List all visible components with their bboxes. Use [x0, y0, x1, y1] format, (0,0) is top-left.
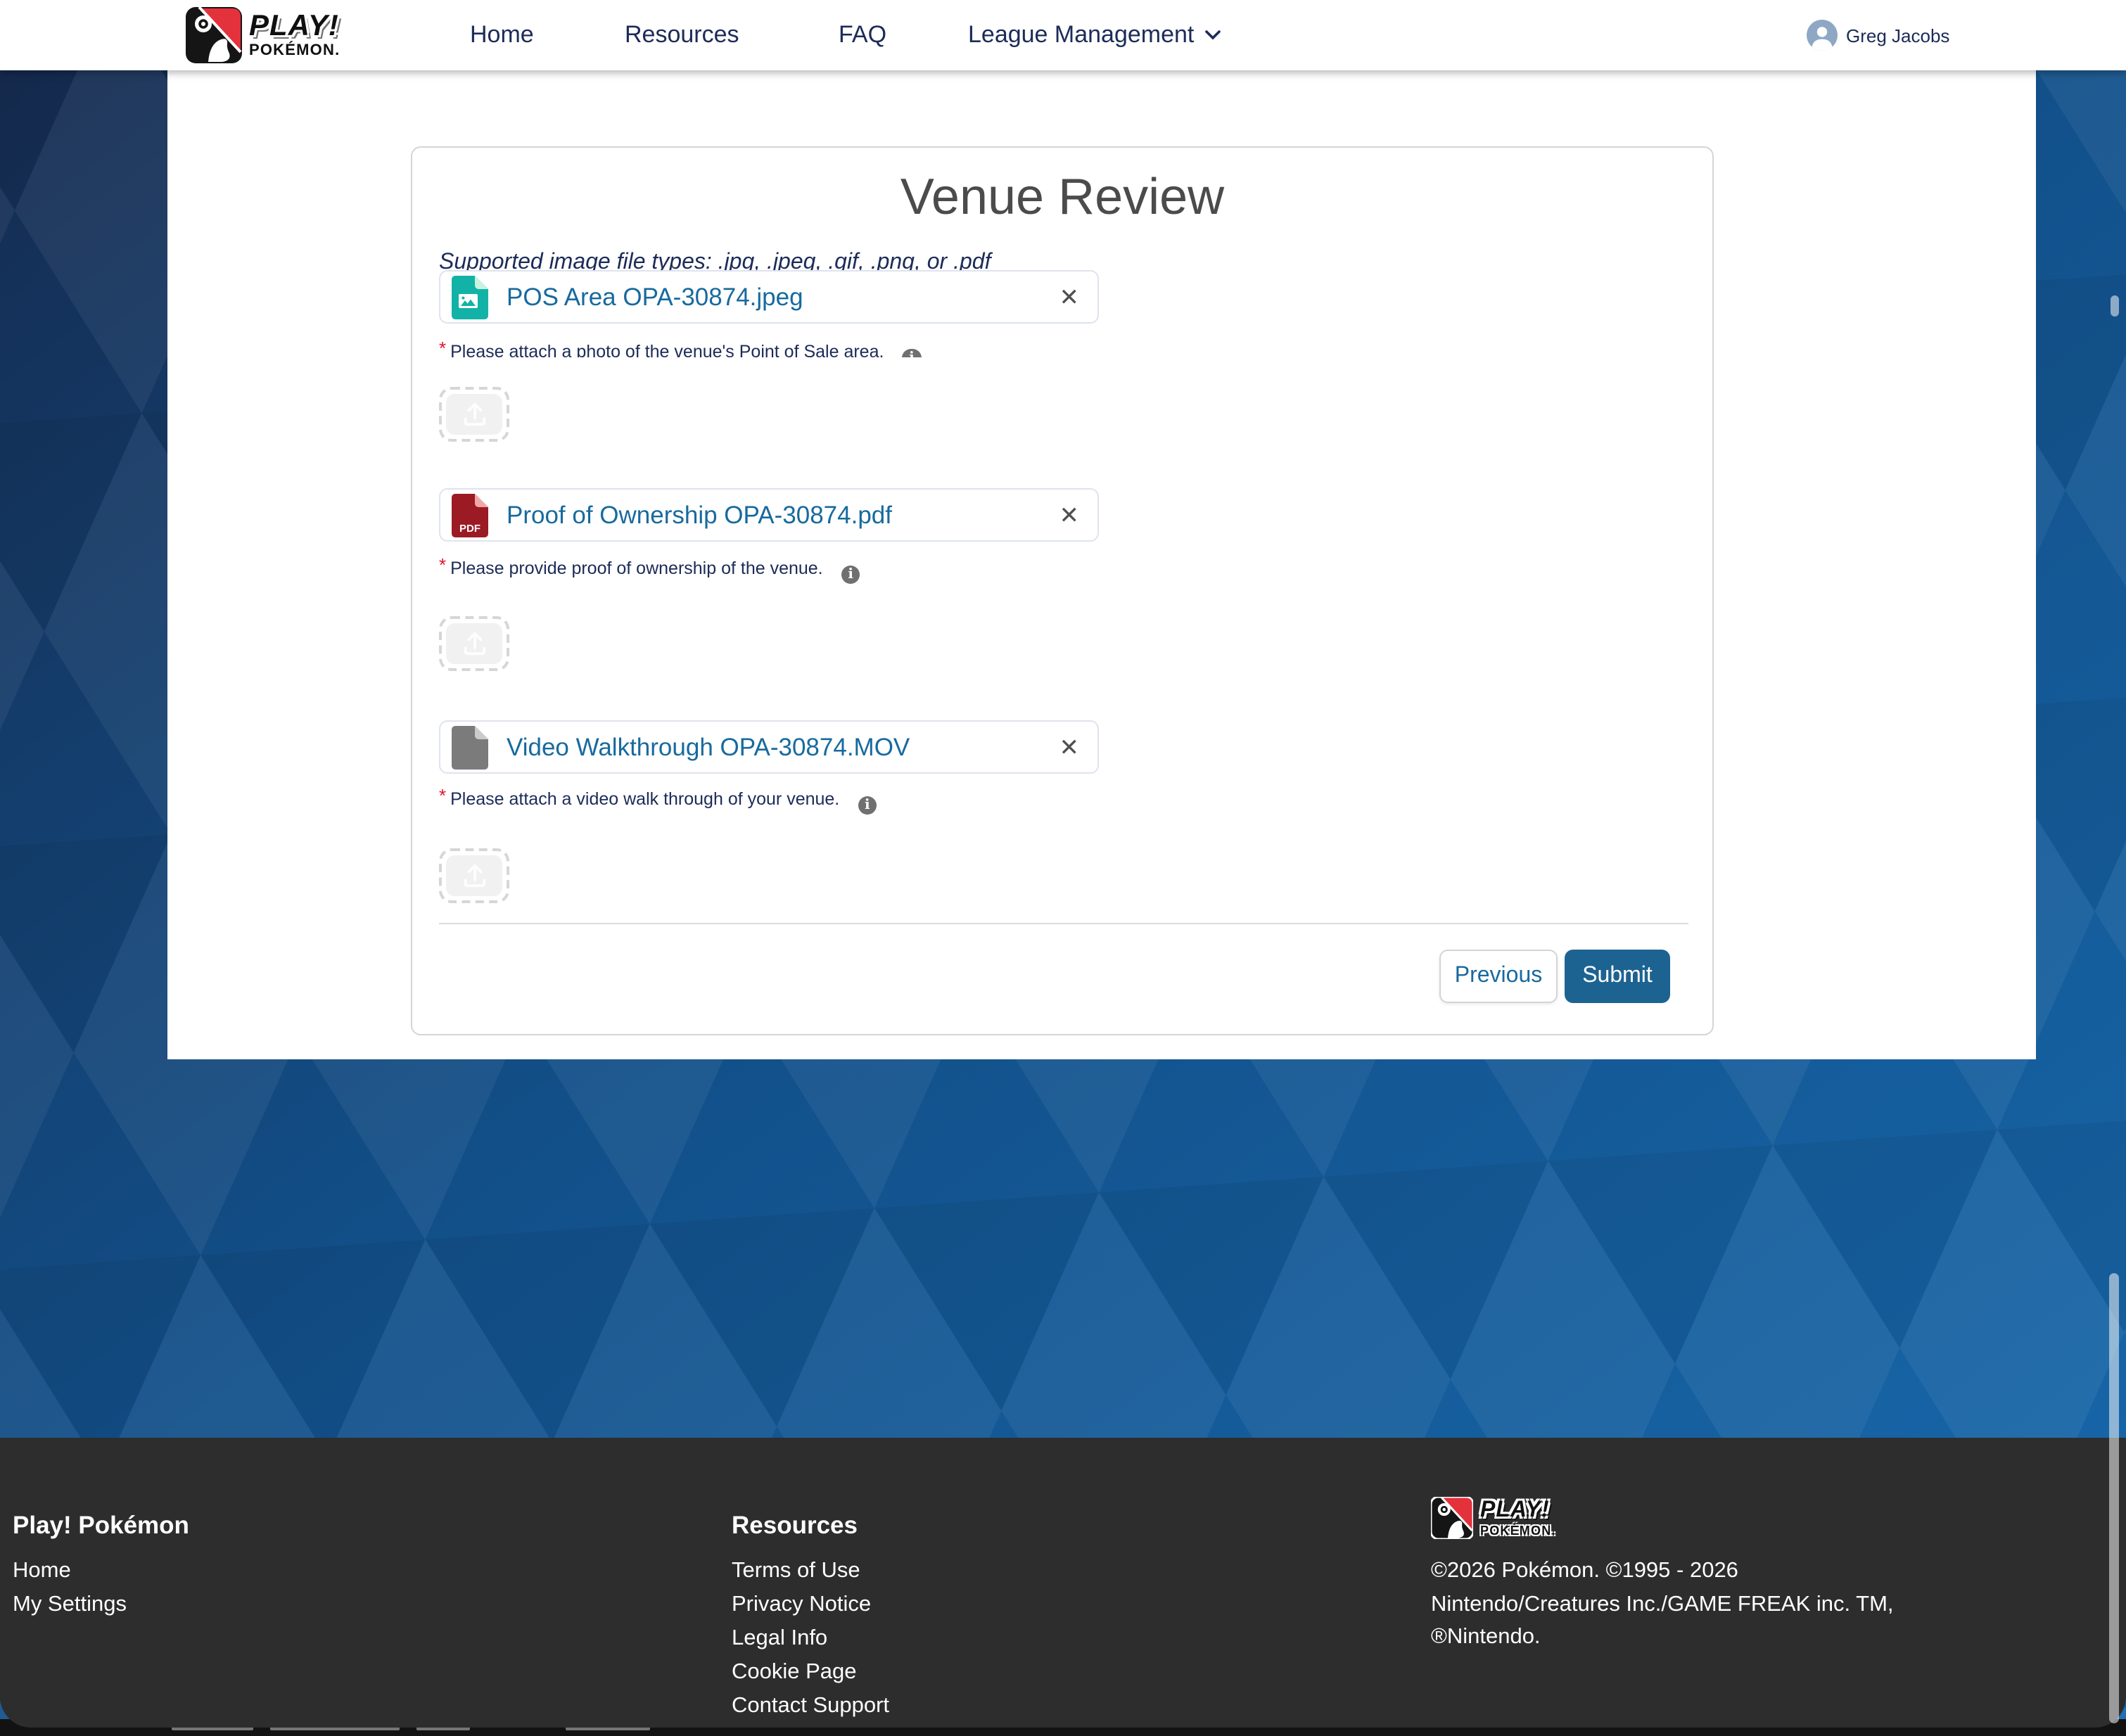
footer-heading-resources: Resources — [732, 1511, 858, 1540]
upload-icon — [461, 630, 488, 657]
remove-attachment-button[interactable]: ✕ — [1059, 735, 1080, 759]
requirement-text: Please attach a photo of the venue's Poi… — [450, 342, 884, 357]
upload-dropzone-proof-of-ownership[interactable] — [439, 616, 509, 671]
remove-attachment-button[interactable]: ✕ — [1059, 285, 1080, 309]
venue-review-card: Venue Review Supported image file types:… — [411, 146, 1714, 1035]
footer: Play! Pokémon Home My Settings Resources… — [0, 1438, 2126, 1728]
requirement-label-video-walkthrough: *Please attach a video walk through of y… — [439, 788, 877, 815]
footer-link-privacy-notice[interactable]: Privacy Notice — [732, 1593, 871, 1618]
brand-pokemon-text: POKÉMON. — [249, 44, 340, 59]
file-types-note: Supported image file types: .jpg, .jpeg,… — [439, 250, 1508, 271]
submit-button[interactable]: Submit — [1565, 950, 1670, 1003]
scrollbar-thumb[interactable] — [2109, 1273, 2119, 1723]
requirement-text: Please attach a video walk through of yo… — [450, 789, 839, 809]
footer-link-legal-info[interactable]: Legal Info — [732, 1626, 827, 1652]
pdf-badge: PDF — [459, 522, 480, 534]
footer-link-contact-support[interactable]: Contact Support — [732, 1694, 889, 1719]
upload-icon — [461, 401, 488, 428]
upload-dropzone-pos-area[interactable] — [439, 387, 509, 442]
info-icon[interactable]: i — [858, 796, 877, 815]
requirement-label-pos-area: * Please attach a photo of the venue's Po… — [439, 340, 921, 357]
info-icon[interactable]: i — [902, 348, 921, 357]
footer-link-terms-of-use[interactable]: Terms of Use — [732, 1559, 860, 1584]
play-pokemon-logo[interactable]: PLAY! POKÉMON. — [186, 7, 340, 63]
user-menu[interactable]: Greg Jacobs — [1807, 0, 1949, 70]
footer-link-my-settings[interactable]: My Settings — [13, 1593, 127, 1618]
play-pokemon-logo-icon — [1431, 1497, 1473, 1539]
user-name: Greg Jacobs — [1846, 25, 1949, 46]
footer-play-pokemon-logo: PLAY! POKÉMON. — [1431, 1497, 1556, 1539]
attachment-link-video-walkthrough[interactable]: Video Walkthrough OPA-30874.MOV — [507, 732, 910, 762]
attachment-row-pos-area: POS Area OPA-30874.jpeg ✕ — [439, 270, 1099, 324]
nav-league-management-label: League Management — [968, 0, 1194, 70]
attachment-link-proof-of-ownership[interactable]: Proof of Ownership OPA-30874.pdf — [507, 500, 892, 530]
copyright-line: Nintendo/Creatures Inc./GAME FREAK inc. … — [1431, 1588, 1894, 1621]
requirement-label-proof-of-ownership: *Please provide proof of ownership of th… — [439, 557, 860, 584]
required-marker: * — [439, 554, 446, 575]
requirement-text: Please provide proof of ownership of the… — [450, 559, 823, 578]
play-pokemon-logo-icon — [186, 7, 242, 63]
attachment-link-pos-area[interactable]: POS Area OPA-30874.jpeg — [507, 282, 803, 312]
attachment-row-video-walkthrough: Video Walkthrough OPA-30874.MOV ✕ — [439, 720, 1099, 774]
chevron-down-icon — [1204, 30, 1221, 41]
nav-home[interactable]: Home — [470, 0, 534, 70]
remove-attachment-button[interactable]: ✕ — [1059, 503, 1080, 527]
brand-play-text: PLAY! — [249, 11, 340, 41]
upload-dropzone-video-walkthrough[interactable] — [439, 848, 509, 903]
info-icon[interactable]: i — [841, 565, 860, 584]
attachment-row-proof-of-ownership: PDF Proof of Ownership OPA-30874.pdf ✕ — [439, 488, 1099, 542]
image-file-icon — [452, 275, 488, 319]
brand-pokemon-text: POKÉMON. — [1480, 1524, 1556, 1537]
generic-file-icon — [452, 725, 488, 769]
top-navbar: PLAY! POKÉMON. Home Resources FAQ League… — [0, 0, 2126, 70]
content-panel: Venue Review Supported image file types:… — [167, 70, 2036, 1059]
nav-faq[interactable]: FAQ — [839, 0, 886, 70]
footer-link-home[interactable]: Home — [13, 1559, 71, 1584]
footer-heading-play-pokemon: Play! Pokémon — [13, 1511, 189, 1540]
copyright-line: ®Nintendo. — [1431, 1621, 1894, 1654]
previous-button[interactable]: Previous — [1439, 950, 1558, 1003]
form-divider — [439, 923, 1688, 924]
page-title: Venue Review — [412, 167, 1712, 226]
required-marker: * — [439, 340, 446, 357]
page: PLAY! POKÉMON. Home Resources FAQ League… — [0, 0, 2126, 1736]
scrollbar-thumb-secondary[interactable] — [2111, 295, 2119, 317]
nav-league-management-dropdown[interactable]: League Management — [968, 0, 1221, 70]
brand-play-text: PLAY! — [1480, 1499, 1556, 1521]
copyright-line: ©2026 Pokémon. ©1995 - 2026 — [1431, 1555, 1894, 1588]
nav-resources[interactable]: Resources — [625, 0, 739, 70]
user-avatar-icon — [1807, 20, 1838, 51]
required-marker: * — [439, 785, 446, 806]
copyright-text: ©2026 Pokémon. ©1995 - 2026 Nintendo/Cre… — [1431, 1555, 1894, 1654]
upload-icon — [461, 862, 488, 889]
footer-link-cookie-page[interactable]: Cookie Page — [732, 1660, 857, 1685]
pdf-file-icon: PDF — [452, 493, 488, 537]
